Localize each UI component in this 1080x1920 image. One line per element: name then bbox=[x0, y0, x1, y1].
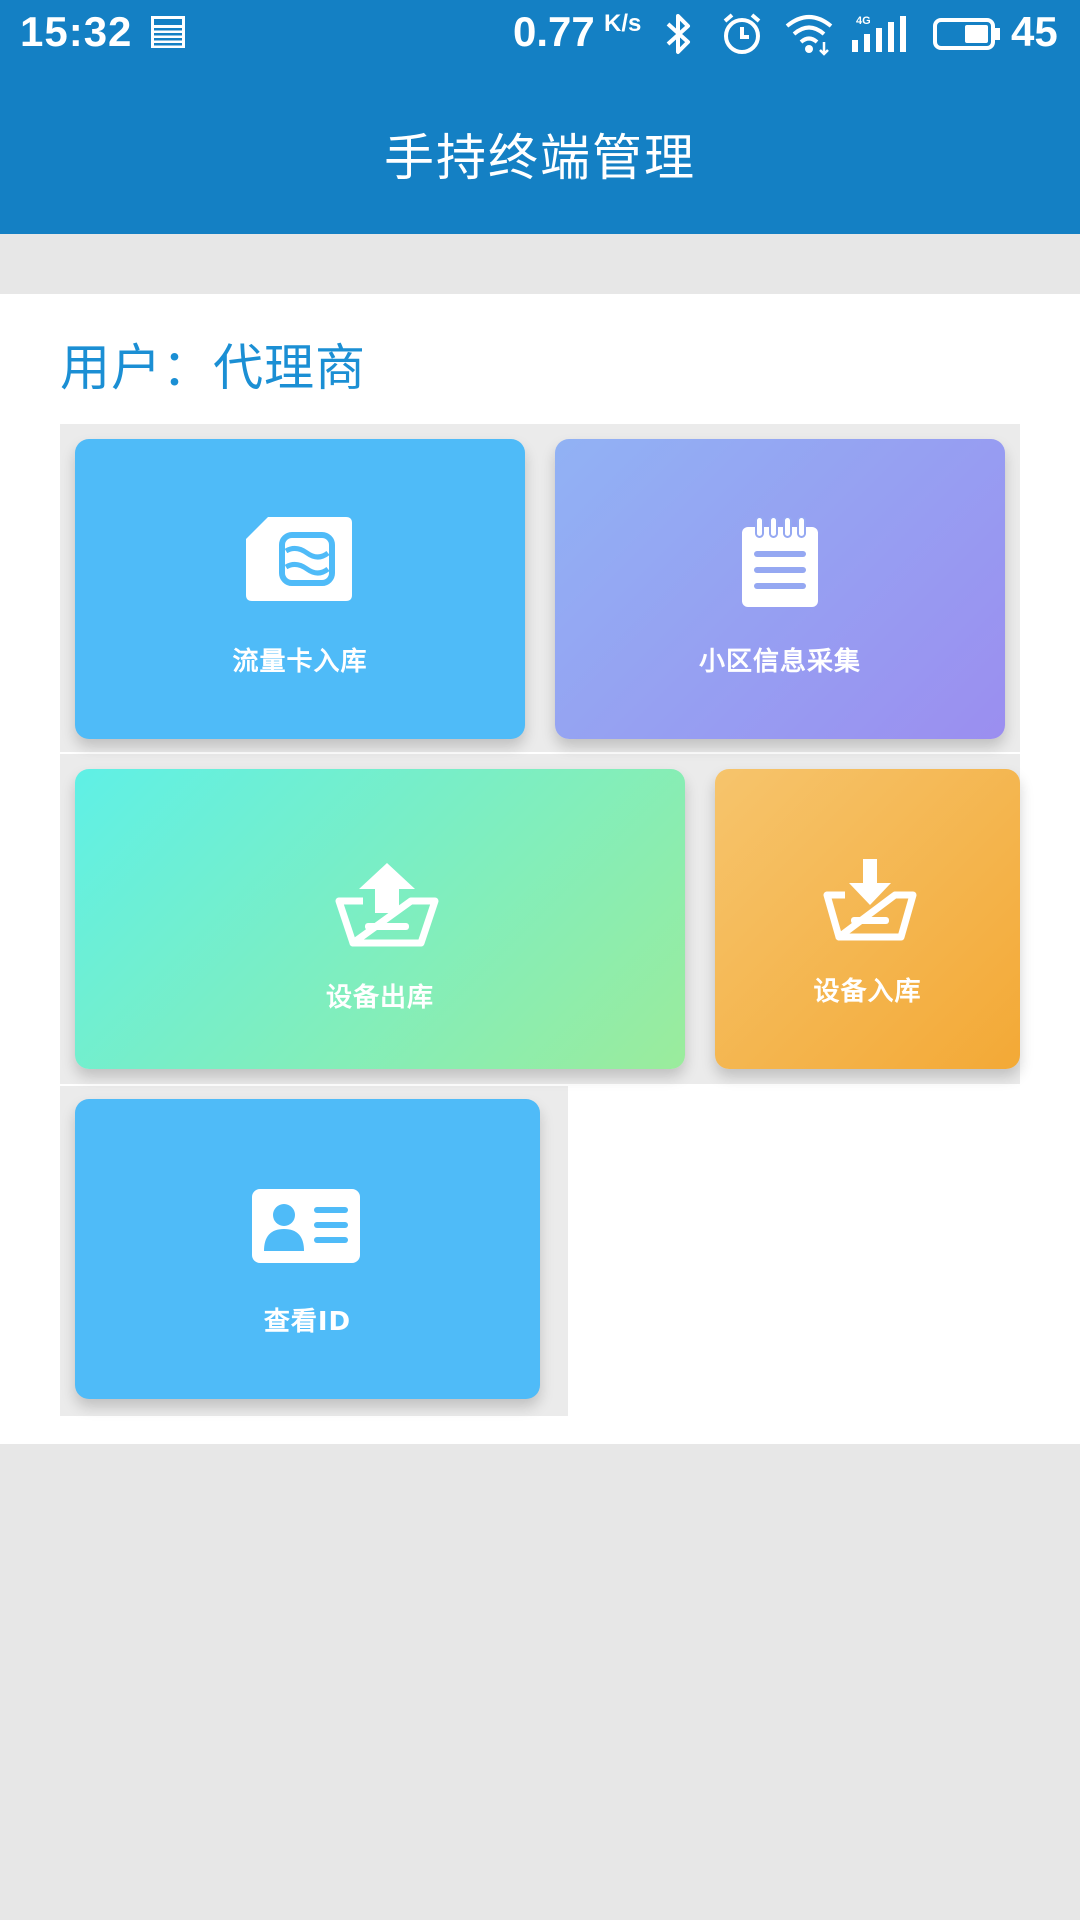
tile-label: 设备入库 bbox=[813, 977, 922, 1007]
svg-text:4G: 4G bbox=[856, 15, 871, 27]
status-bar: 15:32 0.77 K/s 4G 45 bbox=[0, 0, 1080, 68]
battery-level: 45 bbox=[1011, 8, 1058, 55]
tile-label: 查看ID bbox=[263, 1307, 352, 1337]
user-label: 用户：代理商 bbox=[60, 339, 366, 397]
battery-icon bbox=[933, 18, 1000, 50]
download-basket-icon bbox=[823, 859, 917, 941]
page-title: 手持终端管理 bbox=[384, 129, 696, 187]
tile-sim-card-stock-in[interactable]: 流量卡入库 bbox=[75, 439, 525, 739]
alarm-icon bbox=[723, 13, 761, 54]
tile-label: 设备出库 bbox=[325, 983, 434, 1013]
bluetooth-icon bbox=[666, 14, 690, 54]
id-card-icon bbox=[252, 1189, 360, 1263]
tile-label: 小区信息采集 bbox=[698, 647, 861, 677]
upload-basket-icon bbox=[335, 863, 439, 947]
tile-device-stock-in[interactable]: 设备入库 bbox=[715, 769, 1020, 1069]
tile-device-stock-out[interactable]: 设备出库 bbox=[75, 769, 685, 1069]
tile-view-id[interactable]: 查看ID bbox=[75, 1099, 540, 1399]
sim-card-icon bbox=[246, 517, 352, 601]
news-icon bbox=[151, 16, 185, 48]
wifi-icon bbox=[785, 15, 833, 56]
signal-4g-icon: 4G bbox=[852, 15, 906, 52]
tile-label: 流量卡入库 bbox=[232, 647, 368, 677]
notepad-icon bbox=[742, 517, 818, 607]
network-speed: 0.77 bbox=[513, 8, 595, 55]
main-content: 用户：代理商 流量卡入库 小区信息采集 设备出库 设备入库 查看ID bbox=[0, 294, 1080, 1444]
status-time: 15:32 bbox=[20, 8, 133, 55]
app-bar: 手持终端管理 bbox=[0, 68, 1080, 234]
network-speed-unit: K/s bbox=[604, 10, 642, 37]
tile-community-info-collection[interactable]: 小区信息采集 bbox=[555, 439, 1005, 739]
